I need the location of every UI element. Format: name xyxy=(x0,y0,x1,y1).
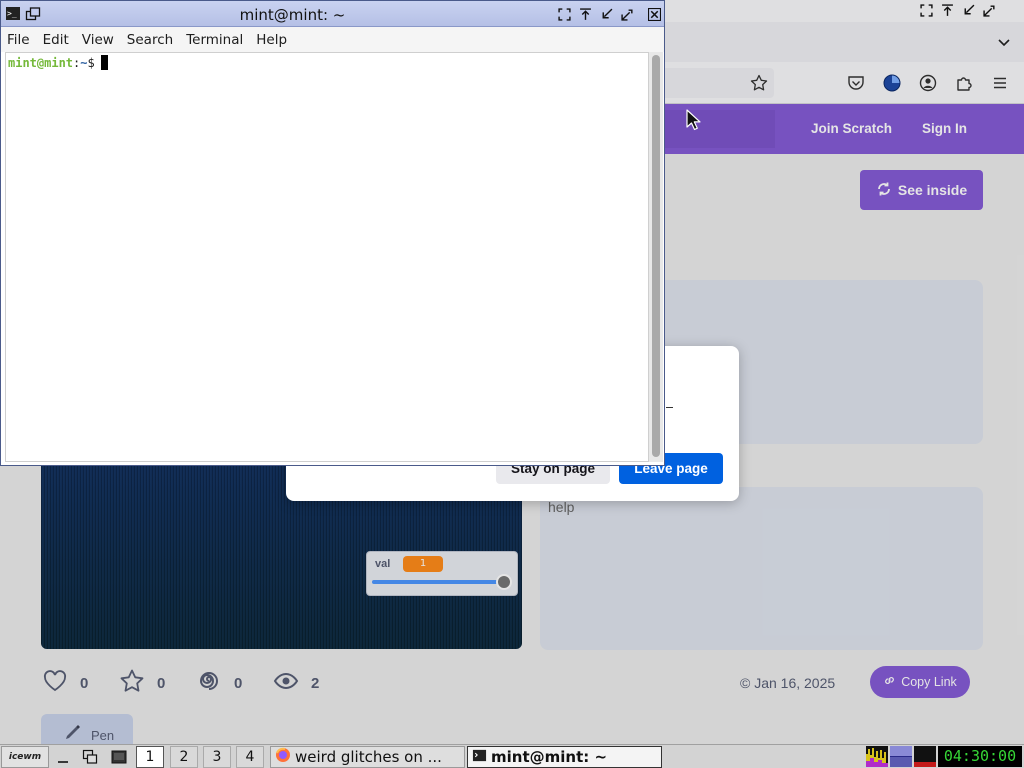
workspace-1-button[interactable]: 1 xyxy=(136,746,164,768)
taskbar: icewm 1 2 3 4 weird glitches on ... mint… xyxy=(0,744,1024,768)
dialog-text-fragment xyxy=(666,407,673,408)
prompt-path: ~ xyxy=(80,56,88,70)
workspace-2-button[interactable]: 2 xyxy=(170,746,198,768)
cpu-graph-icon[interactable] xyxy=(866,746,888,767)
terminal-output[interactable]: mint@mint:~$ xyxy=(5,52,649,462)
taskbar-terminal-task[interactable]: mint@mint: ~ xyxy=(467,746,662,768)
menu-help[interactable]: Help xyxy=(250,32,294,48)
terminal-menubar: File Edit View Search Terminal Help xyxy=(1,27,664,52)
shell-prompt: mint@mint:~$ xyxy=(8,55,108,70)
start-menu-button[interactable]: icewm xyxy=(1,746,49,768)
terminal-task-label: mint@mint: ~ xyxy=(491,748,608,766)
menu-edit[interactable]: Edit xyxy=(37,32,76,48)
show-desktop-icon[interactable] xyxy=(52,746,74,768)
terminal-title: mint@mint: ~ xyxy=(239,6,346,24)
maximize-icon[interactable] xyxy=(619,6,636,23)
menu-search[interactable]: Search xyxy=(121,32,180,48)
menu-file[interactable]: File xyxy=(1,32,37,48)
memory-graph-icon[interactable] xyxy=(914,746,936,767)
terminal-launcher-icon[interactable] xyxy=(106,746,132,768)
fullscreen-icon[interactable] xyxy=(556,6,573,23)
menu-view[interactable]: View xyxy=(76,32,121,48)
taskbar-clock[interactable]: 04:30:00 xyxy=(938,746,1022,767)
workspace-4-button[interactable]: 4 xyxy=(236,746,264,768)
terminal-window-controls xyxy=(556,6,663,23)
terminal-scrollbar[interactable] xyxy=(649,52,663,462)
terminal-window: >_ mint@mint: ~ File Edit View Search Te… xyxy=(0,0,665,466)
close-icon[interactable] xyxy=(646,6,663,23)
prompt-symbol: $ xyxy=(87,56,95,70)
text-cursor xyxy=(100,55,108,70)
scrollbar-thumb[interactable] xyxy=(652,55,660,457)
raise-icon[interactable] xyxy=(577,6,594,23)
window-list-icon[interactable] xyxy=(77,746,103,768)
menu-terminal[interactable]: Terminal xyxy=(180,32,250,48)
terminal-titlebar[interactable]: >_ mint@mint: ~ xyxy=(1,1,664,27)
workspace-3-button[interactable]: 3 xyxy=(203,746,231,768)
terminal-icon xyxy=(472,748,487,767)
network-graph-icon[interactable] xyxy=(890,746,912,767)
mouse-pointer-icon xyxy=(686,109,701,131)
minimize-icon[interactable] xyxy=(598,6,615,23)
firefox-icon xyxy=(275,747,291,767)
taskbar-firefox-task[interactable]: weird glitches on ... xyxy=(270,746,465,768)
prompt-user-host: mint@mint xyxy=(8,56,74,70)
firefox-task-label: weird glitches on ... xyxy=(295,748,442,766)
